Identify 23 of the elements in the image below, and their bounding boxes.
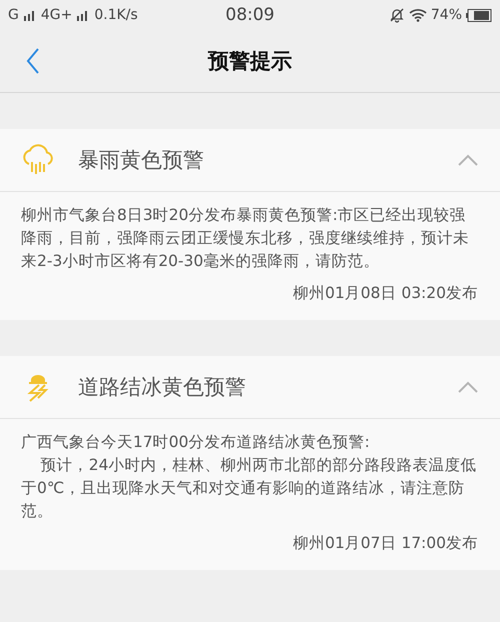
collapse-button[interactable] bbox=[458, 381, 478, 393]
muted-bell-icon bbox=[388, 7, 405, 23]
alert-message: 广西气象台今天17时00分发布道路结冰黄色预警: 预计，24小时内，桂林、柳州两市北部的部分路段路表温度低于0℃，且出现降水天气和对交通有影响的道路结冰，请注意防范。 bbox=[20, 432, 478, 522]
back-button[interactable] bbox=[26, 48, 40, 74]
network-type: G bbox=[8, 7, 19, 23]
alert-title: 暴雨黄色预警 bbox=[78, 147, 204, 174]
battery-percent: 74% bbox=[430, 7, 462, 23]
collapse-button[interactable] bbox=[458, 154, 478, 166]
chevron-icon bbox=[458, 381, 478, 393]
clock-time: 08:09 bbox=[226, 5, 274, 25]
rain-cloud-icon bbox=[21, 144, 55, 176]
issue-time: 柳州01月07日 17:00发布 bbox=[292, 533, 478, 554]
signal-icon bbox=[22, 8, 37, 22]
battery-icon bbox=[466, 8, 492, 22]
chevron-icon bbox=[458, 154, 478, 166]
back-icon bbox=[26, 48, 40, 74]
network-speed: 0.1K/s bbox=[94, 7, 138, 23]
alert-title: 道路结冰黄色预警 bbox=[78, 374, 246, 401]
network-type: 4G+ bbox=[40, 7, 72, 23]
page-title: 预警提示 bbox=[208, 48, 292, 75]
wifi-icon bbox=[408, 8, 427, 22]
alert-message: 柳州市气象台8日3时20分发布暴雨黄色预警:市区已经出现较强降雨，目前，强降雨云团正缓慢东北移，强度继续维持，预计未来2-3小时市区将有20-30毫米的强降雨，请防范。 bbox=[20, 205, 470, 272]
issue-time: 柳州01月08日 03:20发布 bbox=[292, 283, 478, 304]
